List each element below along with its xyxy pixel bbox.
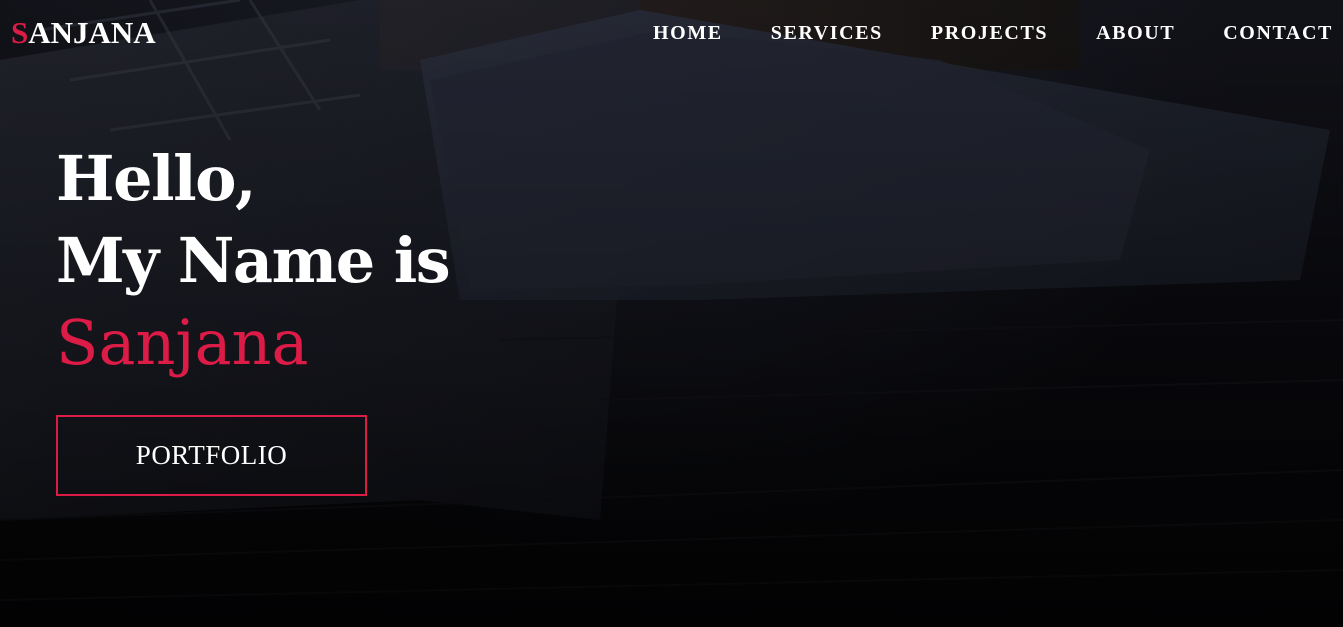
- hero-name: Sanjana: [56, 306, 309, 379]
- brand-logo-rest: ANJANA: [28, 15, 156, 50]
- brand-logo[interactable]: SANJANA: [11, 13, 156, 53]
- portfolio-button[interactable]: PORTFOLIO: [56, 415, 367, 496]
- nav-item-projects[interactable]: PROJECTS: [931, 19, 1048, 47]
- nav-item-about[interactable]: ABOUT: [1096, 19, 1175, 47]
- hero-section: SANJANA HOME SERVICES PROJECTS ABOUT CON…: [0, 0, 1343, 627]
- main-nav: HOME SERVICES PROJECTS ABOUT CONTACT: [605, 19, 1333, 47]
- hero-heading: Hello, My Name is Sanjana: [56, 138, 451, 384]
- hero-greeting: Hello,: [56, 142, 257, 215]
- brand-logo-first-letter: S: [11, 15, 29, 50]
- nav-item-contact[interactable]: CONTACT: [1223, 19, 1333, 47]
- nav-item-home[interactable]: HOME: [653, 19, 723, 47]
- hero-intro: My Name is: [56, 224, 451, 297]
- nav-item-services[interactable]: SERVICES: [771, 19, 883, 47]
